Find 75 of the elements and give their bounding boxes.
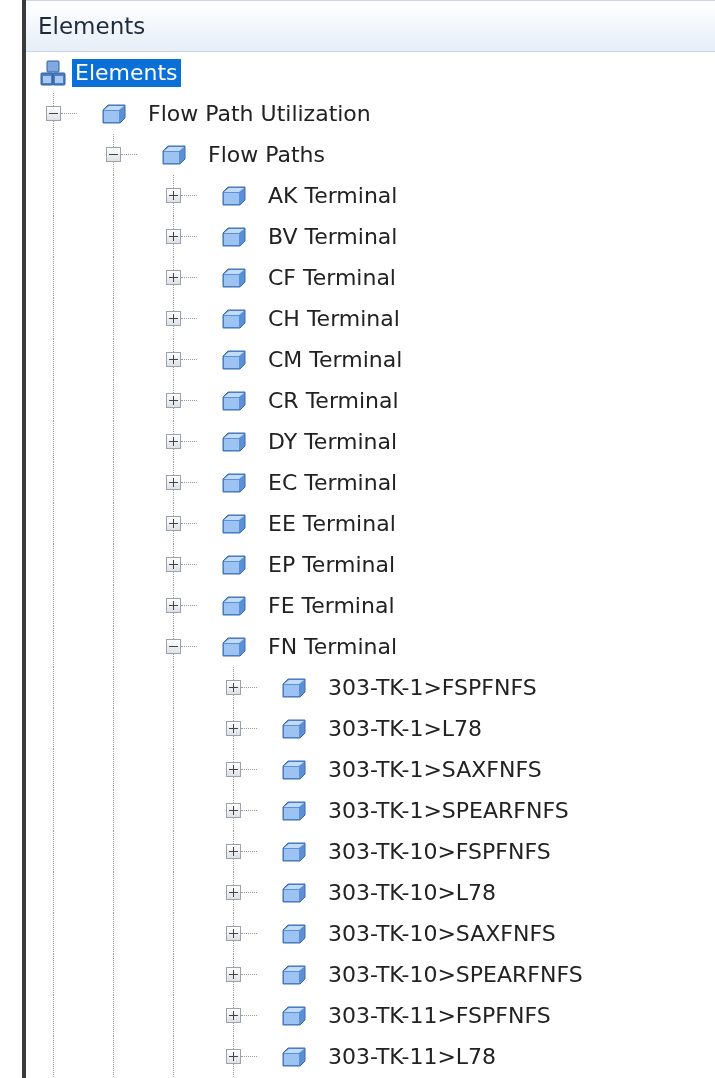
cube-icon [221,512,247,535]
expand-toggle[interactable] [166,434,181,449]
cubes-icon [40,59,66,86]
cube-icon [281,717,307,740]
tree-item[interactable]: EE Terminal [265,509,399,538]
tree-item[interactable]: EC Terminal [265,468,401,497]
tree-item[interactable]: FN Terminal [265,632,401,661]
tree-item[interactable]: 303-TK-1>SAXFNFS [325,755,545,784]
tree-item[interactable]: 303-TK-10>SAXFNFS [325,919,559,948]
cube-icon [221,594,247,617]
cube-icon [281,922,307,945]
cube-icon [221,225,247,248]
expand-toggle[interactable] [226,680,241,695]
expand-toggle[interactable] [226,803,241,818]
cube-icon [281,758,307,781]
tree-item[interactable]: Flow Paths [205,140,328,169]
cube-icon [281,1004,307,1027]
expand-toggle[interactable] [226,844,241,859]
tree-item[interactable]: 303-TK-1>L78 [325,714,486,743]
tree-item[interactable]: 303-TK-10>SPEARFNFS [325,960,586,989]
cube-icon [281,799,307,822]
cube-icon [221,266,247,289]
collapse-toggle[interactable] [166,639,181,654]
expand-toggle[interactable] [226,1008,241,1023]
tree-item[interactable]: 303-TK-11>FSPFNFS [325,1001,554,1030]
expand-toggle[interactable] [166,311,181,326]
cube-icon [281,1045,307,1068]
tree-item[interactable]: CM Terminal [265,345,406,374]
cube-icon [221,307,247,330]
expand-toggle[interactable] [166,270,181,285]
cube-icon [281,881,307,904]
cube-icon [221,184,247,207]
tree-item[interactable]: 303-TK-10>L78 [325,878,500,907]
expand-toggle[interactable] [166,598,181,613]
tree-item[interactable]: CR Terminal [265,386,402,415]
cube-icon [101,102,127,125]
expand-toggle[interactable] [166,188,181,203]
tree-item[interactable]: 303-TK-11>L78 [325,1042,500,1071]
cube-icon [221,389,247,412]
tree-item[interactable]: Elements [72,58,181,87]
cube-icon [221,553,247,576]
cube-icon [221,348,247,371]
tree-item[interactable]: CF Terminal [265,263,399,292]
collapse-toggle[interactable] [106,147,121,162]
tree-item[interactable]: EP Terminal [265,550,399,579]
expand-toggle[interactable] [226,885,241,900]
expand-toggle[interactable] [226,721,241,736]
tree-item[interactable]: FE Terminal [265,591,398,620]
cube-icon [281,963,307,986]
tree-item[interactable]: BV Terminal [265,222,401,251]
expand-toggle[interactable] [166,393,181,408]
expand-toggle[interactable] [166,475,181,490]
tree-item[interactable]: DY Terminal [265,427,401,456]
tree-item[interactable]: CH Terminal [265,304,403,333]
tree-item[interactable]: 303-TK-10>FSPFNFS [325,837,554,866]
tree-item[interactable]: 303-TK-1>SPEARFNFS [325,796,572,825]
cube-icon [221,471,247,494]
panel-title: Elements [38,14,146,38]
cube-icon [161,143,187,166]
cube-icon [221,430,247,453]
expand-toggle[interactable] [166,516,181,531]
cube-icon [281,840,307,863]
cube-icon [281,676,307,699]
expand-toggle[interactable] [166,352,181,367]
expand-toggle[interactable] [226,1049,241,1064]
tree-item[interactable]: Flow Path Utilization [145,99,374,128]
tree-item[interactable]: AK Terminal [265,181,401,210]
expand-toggle[interactable] [226,926,241,941]
collapse-toggle[interactable] [46,106,61,121]
expand-toggle[interactable] [226,967,241,982]
expand-toggle[interactable] [166,229,181,244]
expand-toggle[interactable] [226,762,241,777]
cube-icon [221,635,247,658]
expand-toggle[interactable] [166,557,181,572]
tree-item[interactable]: 303-TK-1>FSPFNFS [325,673,540,702]
